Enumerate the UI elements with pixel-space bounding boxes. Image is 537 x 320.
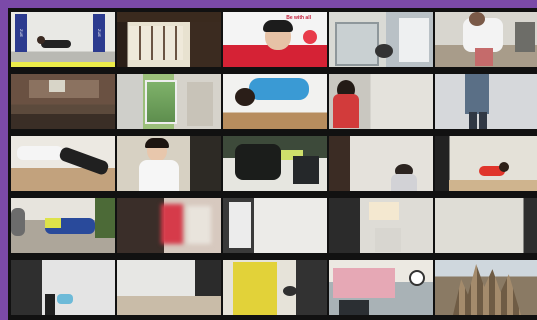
participant-video-tile[interactable] [435, 260, 537, 315]
participant-video-tile[interactable] [117, 12, 221, 67]
participant-video-tile[interactable]: Be with all [223, 12, 327, 67]
banner-right: ZUE [93, 14, 105, 52]
participant-video-tile[interactable] [11, 198, 115, 253]
participant-video-tile[interactable] [117, 74, 221, 129]
participant-video-tile[interactable] [435, 136, 537, 191]
participant-video-tile[interactable] [435, 198, 537, 253]
participant-video-tile[interactable] [11, 74, 115, 129]
participant-video-tile[interactable] [223, 260, 327, 315]
participant-video-tile[interactable] [117, 136, 221, 191]
participant-grid: ZUE ZUE Be with all [11, 12, 537, 315]
participant-video-tile[interactable] [11, 136, 115, 191]
participant-video-tile[interactable] [329, 74, 433, 129]
participant-video-tile[interactable] [435, 74, 537, 129]
participant-video-tile[interactable] [435, 12, 537, 67]
participant-video-tile[interactable] [223, 74, 327, 129]
participant-video-tile[interactable] [117, 198, 221, 253]
gallery-view: ZUE ZUE Be with all [8, 8, 537, 320]
participant-video-tile[interactable] [223, 198, 327, 253]
banner-left: ZUE [15, 14, 27, 52]
participant-video-tile[interactable] [329, 12, 433, 67]
participant-video-tile[interactable] [223, 136, 327, 191]
participant-video-tile[interactable]: ZUE ZUE [11, 12, 115, 67]
participant-video-tile[interactable] [11, 260, 115, 315]
participant-video-tile[interactable] [329, 198, 433, 253]
sponsor-sign: Be with all [286, 15, 311, 21]
participant-video-tile[interactable] [117, 260, 221, 315]
participant-video-tile[interactable] [329, 260, 433, 315]
participant-video-tile[interactable] [329, 136, 433, 191]
